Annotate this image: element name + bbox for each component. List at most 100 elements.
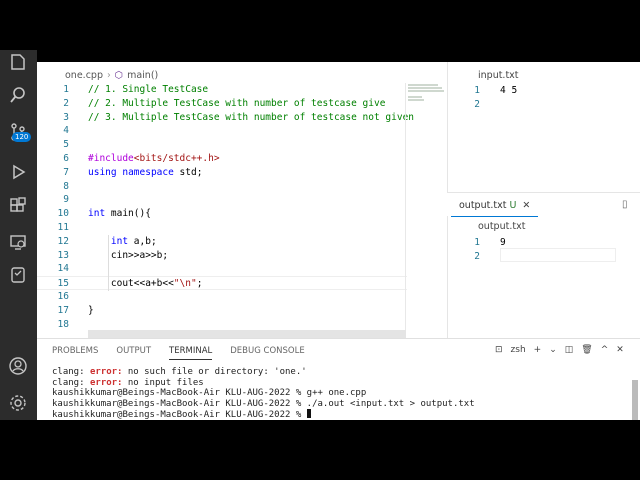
code-line[interactable]: 10 int main(){	[37, 207, 407, 221]
input-line-text[interactable]: 4 5	[500, 85, 517, 96]
current-line-highlight	[500, 248, 616, 262]
activity-bar: 120	[0, 50, 37, 420]
code-line[interactable]: 3 // 3. Multiple TestCase with number of …	[37, 111, 414, 125]
close-icon[interactable]: ✕	[522, 200, 530, 211]
indent-guide	[108, 235, 109, 291]
account-icon[interactable]	[8, 356, 28, 376]
source-control-badge: 120	[12, 132, 32, 142]
line-number: 18	[57, 318, 69, 330]
method-icon: ⬡	[114, 70, 124, 81]
code-text[interactable]: cin>>a>>b;	[88, 249, 168, 263]
code-text[interactable]: using namespace std;	[88, 166, 202, 180]
line-number: 16	[57, 290, 69, 302]
code-text[interactable]: // 1. Single TestCase	[88, 83, 208, 97]
terminal-icon: ⊡	[495, 345, 503, 355]
line-number: 13	[57, 249, 69, 261]
close-panel-icon[interactable]: ✕	[616, 345, 624, 355]
tab-output-txt[interactable]: output.txt U ✕	[451, 193, 539, 217]
code-line[interactable]: 11	[37, 221, 407, 235]
code-line[interactable]: 4	[37, 124, 407, 138]
breadcrumb-file[interactable]: one.cpp	[65, 70, 103, 81]
code-line[interactable]: 1 // 1. Single TestCase	[37, 83, 407, 97]
chevron-down-icon[interactable]: ⌄	[549, 345, 557, 355]
code-line[interactable]: 15 cout<<a+b<<"\n";	[37, 276, 407, 290]
line-number: 1	[474, 237, 480, 248]
code-text[interactable]: int main(){	[88, 207, 151, 221]
video-letterbox-bottom	[0, 420, 640, 480]
tab-debug-console[interactable]: DEBUG CONSOLE	[230, 346, 304, 360]
code-line[interactable]: 8	[37, 180, 407, 194]
shell-name[interactable]: zsh	[511, 345, 526, 355]
minimap[interactable]	[406, 83, 446, 143]
split-terminal-icon[interactable]: ◫	[565, 345, 574, 355]
line-number: 6	[63, 152, 69, 164]
line-number: 1	[63, 84, 69, 95]
code-line[interactable]: 2 // 2. Multiple TestCase with number of …	[37, 97, 407, 111]
terminal-line: kaushikkumar@Beings-MacBook-Air KLU-AUG-…	[52, 398, 475, 409]
line-number: 15	[57, 278, 69, 290]
line-number: 17	[57, 304, 69, 316]
output-line-text[interactable]: 9	[500, 237, 506, 248]
line-number: 11	[57, 221, 69, 233]
code-text[interactable]: // 3. Multiple TestCase with number of t…	[88, 111, 414, 125]
terminal-output[interactable]: clang: error: no such file or directory:…	[52, 367, 475, 421]
breadcrumb: one.cpp › ⬡ main()	[65, 70, 158, 81]
line-number: 1	[474, 85, 480, 96]
tab-problems[interactable]: PROBLEMS	[52, 346, 98, 360]
gear-icon[interactable]	[8, 393, 28, 413]
code-line[interactable]: 13 cin>>a>>b;	[37, 249, 407, 263]
code-text[interactable]: // 2. Multiple TestCase with number of t…	[88, 97, 385, 111]
tab-terminal[interactable]: TERMINAL	[169, 346, 213, 360]
terminal-cursor	[306, 409, 311, 419]
input-pane-title[interactable]: input.txt	[478, 70, 519, 81]
code-line[interactable]: 16	[37, 290, 407, 304]
tab-output[interactable]: OUTPUT	[116, 346, 151, 360]
code-line[interactable]: 12 int a,b;	[37, 235, 407, 249]
code-line[interactable]: 5	[37, 138, 407, 152]
testing-icon[interactable]	[8, 265, 28, 285]
code-text[interactable]: int a,b;	[88, 235, 157, 249]
split-editor-icon[interactable]: ▯	[622, 199, 628, 210]
code-line[interactable]: 14	[37, 262, 407, 276]
untracked-badge: U	[509, 200, 517, 211]
trash-icon[interactable]: 🗑	[581, 345, 592, 355]
line-number: 7	[63, 166, 69, 178]
line-number: 9	[63, 194, 69, 206]
code-text[interactable]: cout<<a+b<<"\n";	[88, 277, 203, 291]
add-terminal-button[interactable]: +	[534, 345, 542, 355]
code-line[interactable]: 17}	[37, 304, 407, 318]
line-number: 14	[57, 263, 69, 275]
remote-explorer-icon[interactable]	[8, 232, 28, 252]
code-editor[interactable]: 1 // 1. Single TestCase 2 // 2. Multiple Te…	[37, 83, 414, 331]
tab-label: output.txt	[459, 200, 507, 211]
terminal-scrollbar[interactable]	[632, 380, 638, 420]
editor-horizontal-scrollbar[interactable]	[88, 330, 406, 338]
search-icon[interactable]	[8, 85, 28, 105]
terminal-line: kaushikkumar@Beings-MacBook-Air KLU-AUG-…	[52, 388, 367, 399]
code-line[interactable]: 7 using namespace std;	[37, 166, 407, 180]
extensions-icon[interactable]	[8, 196, 28, 216]
panel-tabs: PROBLEMS OUTPUT TERMINAL DEBUG CONSOLE	[52, 346, 323, 360]
terminal-line: clang: error: no input files	[52, 377, 204, 388]
line-number: 10	[57, 208, 69, 220]
line-number: 2	[474, 99, 480, 110]
line-number: 8	[63, 180, 69, 192]
line-number: 2	[474, 251, 480, 262]
maximize-panel-icon[interactable]: ^	[601, 345, 609, 355]
line-number: 5	[63, 139, 69, 151]
code-line[interactable]: 6 #include<bits/stdc++.h>	[37, 152, 407, 166]
terminal-line: clang: error: no such file or directory:…	[52, 367, 307, 377]
code-line[interactable]: 9	[37, 193, 407, 207]
line-number: 2	[63, 97, 69, 109]
output-tab-bar: output.txt U ✕ ▯	[447, 192, 640, 217]
output-pane-title[interactable]: output.txt	[478, 221, 525, 232]
breadcrumb-symbol[interactable]: main()	[127, 70, 158, 81]
run-debug-icon[interactable]	[8, 162, 28, 182]
line-number: 4	[63, 125, 69, 137]
panel-toolbar: ⊡ zsh + ⌄ ◫ 🗑 ^ ✕	[495, 345, 624, 355]
line-number: 3	[63, 111, 69, 123]
code-text[interactable]: #include<bits/stdc++.h>	[88, 152, 220, 166]
terminal-prompt: kaushikkumar@Beings-MacBook-Air KLU-AUG-…	[52, 409, 311, 420]
explorer-icon[interactable]	[8, 52, 28, 72]
code-text[interactable]: }	[88, 304, 94, 318]
